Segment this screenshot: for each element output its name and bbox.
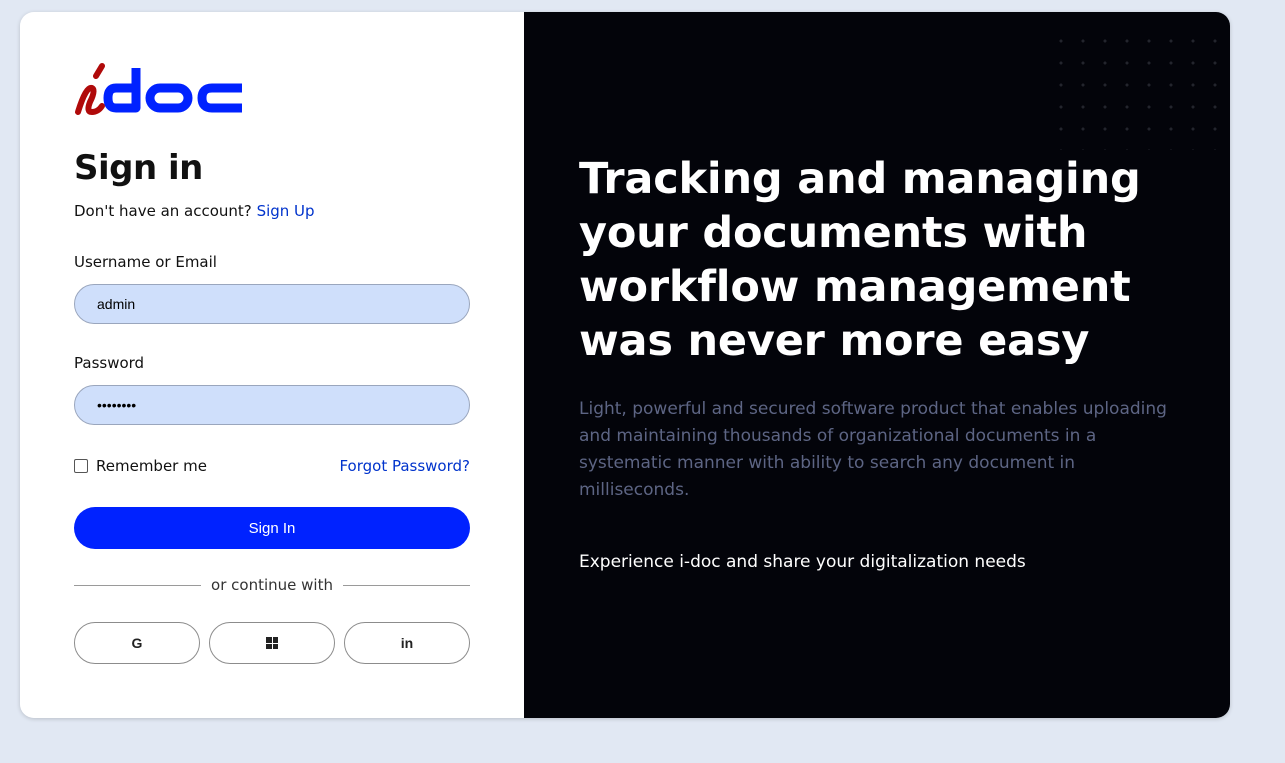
continue-divider: or continue with [74,576,470,594]
google-signin-button[interactable]: G [74,622,200,664]
promo-headline: Tracking and managing your documents wit… [579,154,1141,366]
page-title: Sign in [74,148,203,188]
no-account-text: Don't have an account? [74,202,252,220]
username-input[interactable] [74,284,470,324]
dot-pattern-decoration [1050,30,1220,150]
remember-me: Remember me [74,457,207,475]
divider-text: or continue with [211,576,333,594]
forgot-password-link[interactable]: Forgot Password? [339,457,470,475]
promo-panel: Tracking and managing your documents wit… [524,12,1230,718]
password-label: Password [74,354,145,372]
windows-signin-button[interactable] [209,622,335,664]
google-icon: G [131,635,143,651]
promo-tagline: Experience i-doc and share your digitali… [579,552,1026,572]
linkedin-icon: in [400,635,414,651]
promo-description: Light, powerful and secured software pro… [579,399,1167,500]
signup-link[interactable]: Sign Up [257,202,315,220]
signin-panel: Sign in Don't have an account? Sign Up U… [20,12,524,718]
username-label: Username or Email [74,253,217,271]
remember-label: Remember me [96,457,207,475]
password-input[interactable] [74,385,470,425]
login-card: Sign in Don't have an account? Sign Up U… [20,12,1230,718]
signin-button[interactable]: Sign In [74,507,470,549]
signup-prompt: Don't have an account? Sign Up [74,202,315,220]
remember-checkbox[interactable] [74,459,88,473]
windows-icon [266,637,278,649]
idoc-logo [75,63,242,116]
divider-line-right [342,584,470,586]
linkedin-signin-button[interactable]: in [344,622,470,664]
divider-line-left [74,584,202,586]
